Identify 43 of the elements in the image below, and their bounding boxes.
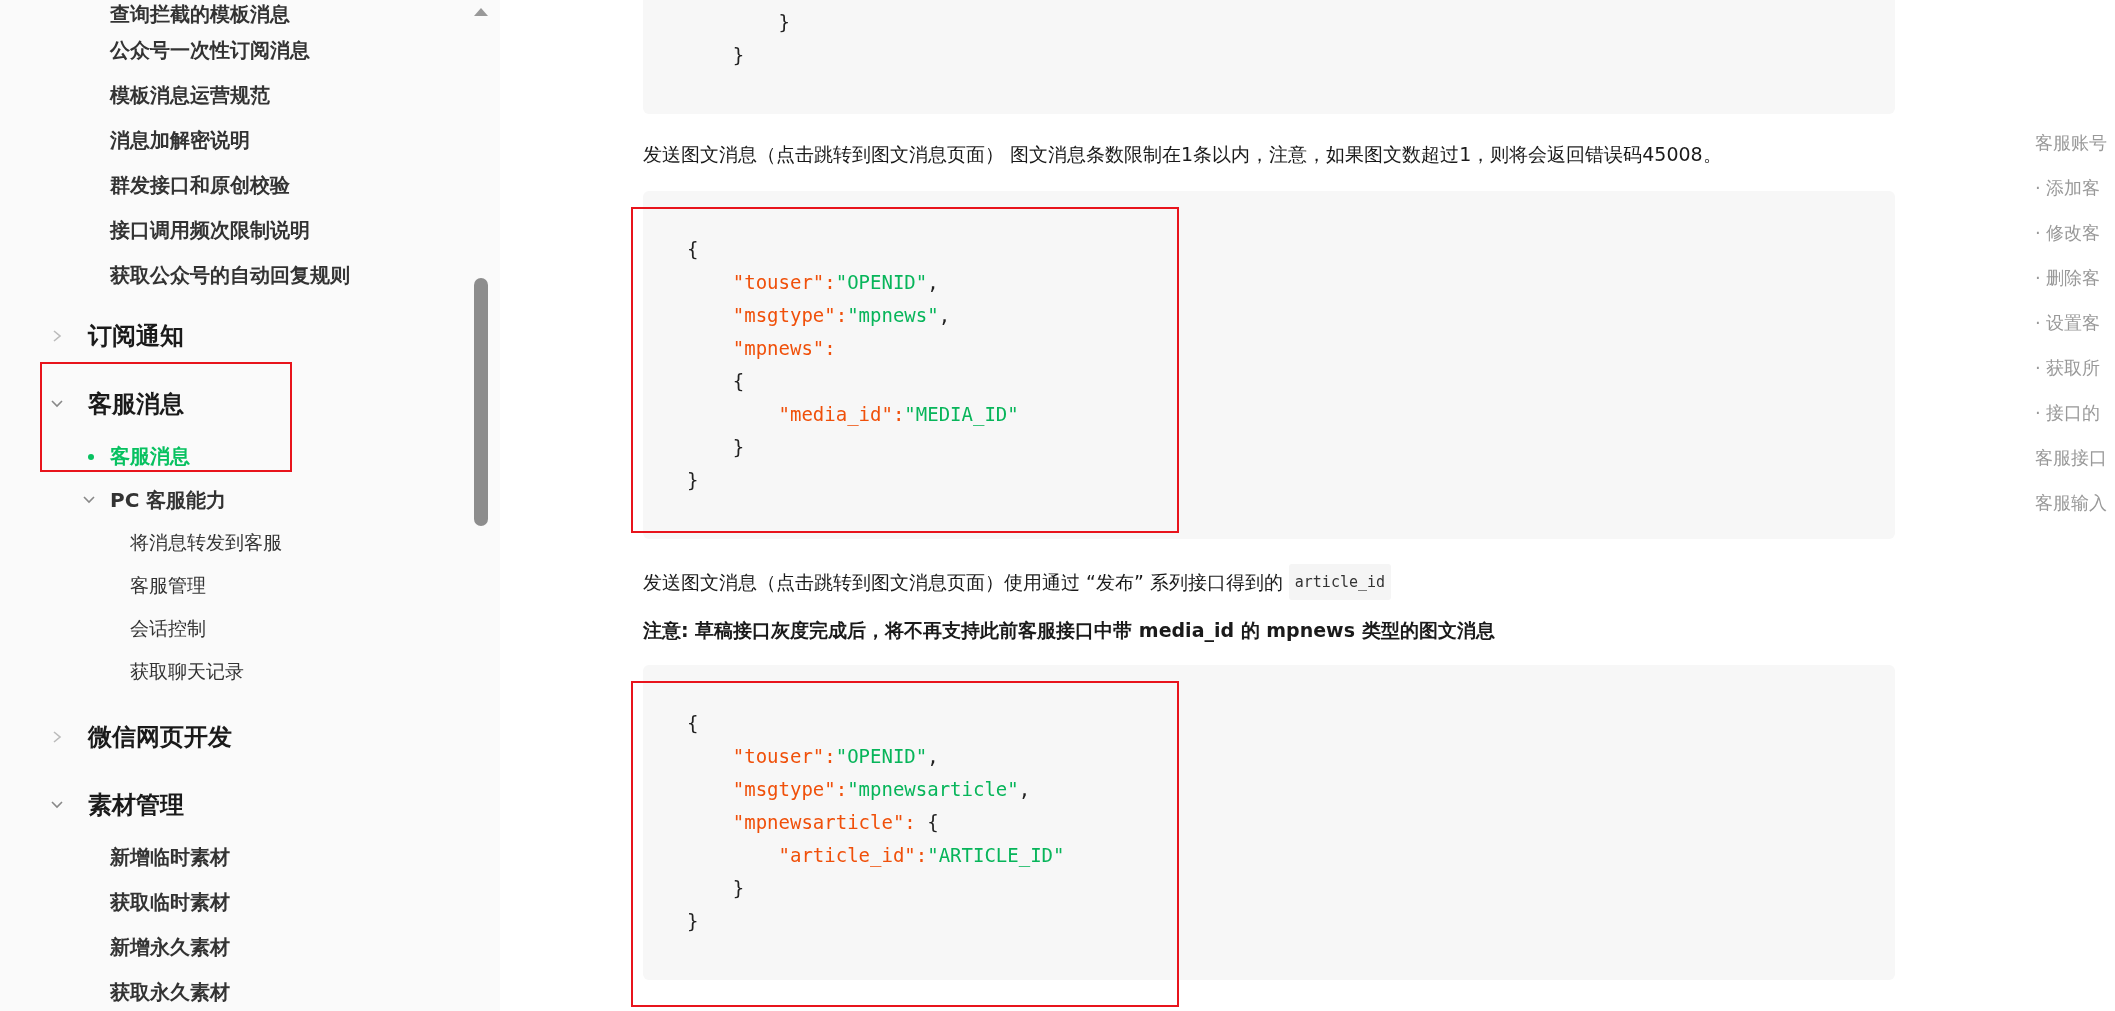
code-line: } <box>687 468 699 493</box>
code-line: "touser":"OPENID", <box>731 744 939 769</box>
code-line: } <box>731 435 745 460</box>
scroll-up-icon[interactable] <box>474 8 488 16</box>
code-line: { <box>731 369 745 394</box>
note-text: 注意: 草稿接口灰度完成后，将不再支持此前客服接口中带 media_id 的 mpnews 类型的图文消息 <box>643 618 1495 644</box>
code-line: } <box>687 909 699 934</box>
nav-item[interactable]: 客服管理 <box>0 564 474 607</box>
nav-item[interactable]: 消息加解密说明 <box>0 118 474 163</box>
code-line: "article_id":"ARTICLE_ID" <box>777 843 1065 869</box>
nav-item[interactable]: 获取临时素材 <box>0 880 474 925</box>
code-line: } <box>777 10 790 35</box>
nav-item[interactable]: 将消息转发到客服 <box>0 521 474 564</box>
nav-item[interactable]: 查询拦截的模板消息 <box>0 0 474 28</box>
inline-code: article_id <box>1288 564 1392 600</box>
paragraph-text: 发送图文消息（点击跳转到图文消息页面） 图文消息条数限制在1条以内，注意，如果图文数超过1，则将会返回错误码45008。 <box>643 142 1722 167</box>
nav-item[interactable]: 获取聊天记录 <box>0 650 474 693</box>
nav-section[interactable]: 客服消息 <box>88 388 184 420</box>
nav-item[interactable]: 群发接口和原创校验 <box>0 163 474 208</box>
nav-item[interactable]: 新增永久素材 <box>0 925 474 970</box>
code-line: { <box>687 711 699 736</box>
scrollbar-thumb[interactable] <box>474 278 488 526</box>
nav-item[interactable]: 模板消息运营规范 <box>0 73 474 118</box>
code-line: } <box>731 43 745 68</box>
nav-section[interactable]: 订阅通知 <box>88 320 184 352</box>
nav-item[interactable]: 会话控制 <box>0 607 474 650</box>
code-line: "msgtype":"mpnews", <box>731 303 951 328</box>
code-line: "mpnews": <box>731 336 836 361</box>
nav-item[interactable]: 接口调用频次限制说明 <box>0 208 474 253</box>
nav-group[interactable]: PC 客服能力 <box>110 486 227 514</box>
nav-item[interactable]: 获取公众号的自动回复规则 <box>0 253 474 298</box>
code-line: } <box>731 876 745 901</box>
paragraph-text: 发送图文消息（点击跳转到图文消息页面）使用通过 “发布” 系列接口得到的 <box>643 570 1283 595</box>
code-line: "msgtype":"mpnewsarticle", <box>731 777 1031 802</box>
nav-section[interactable]: 微信网页开发 <box>88 721 232 753</box>
code-line: "mpnewsarticle": { <box>731 810 939 835</box>
code-line: "media_id":"MEDIA_ID" <box>777 402 1019 428</box>
nav-item[interactable]: 公众号一次性订阅消息 <box>0 28 474 73</box>
nav-item[interactable]: 新增临时素材 <box>0 835 474 880</box>
nav-item[interactable]: 获取永久素材 <box>0 970 474 1011</box>
code-line: { <box>687 237 699 262</box>
code-line: "touser":"OPENID", <box>731 270 939 295</box>
nav-section[interactable]: 素材管理 <box>88 789 184 821</box>
